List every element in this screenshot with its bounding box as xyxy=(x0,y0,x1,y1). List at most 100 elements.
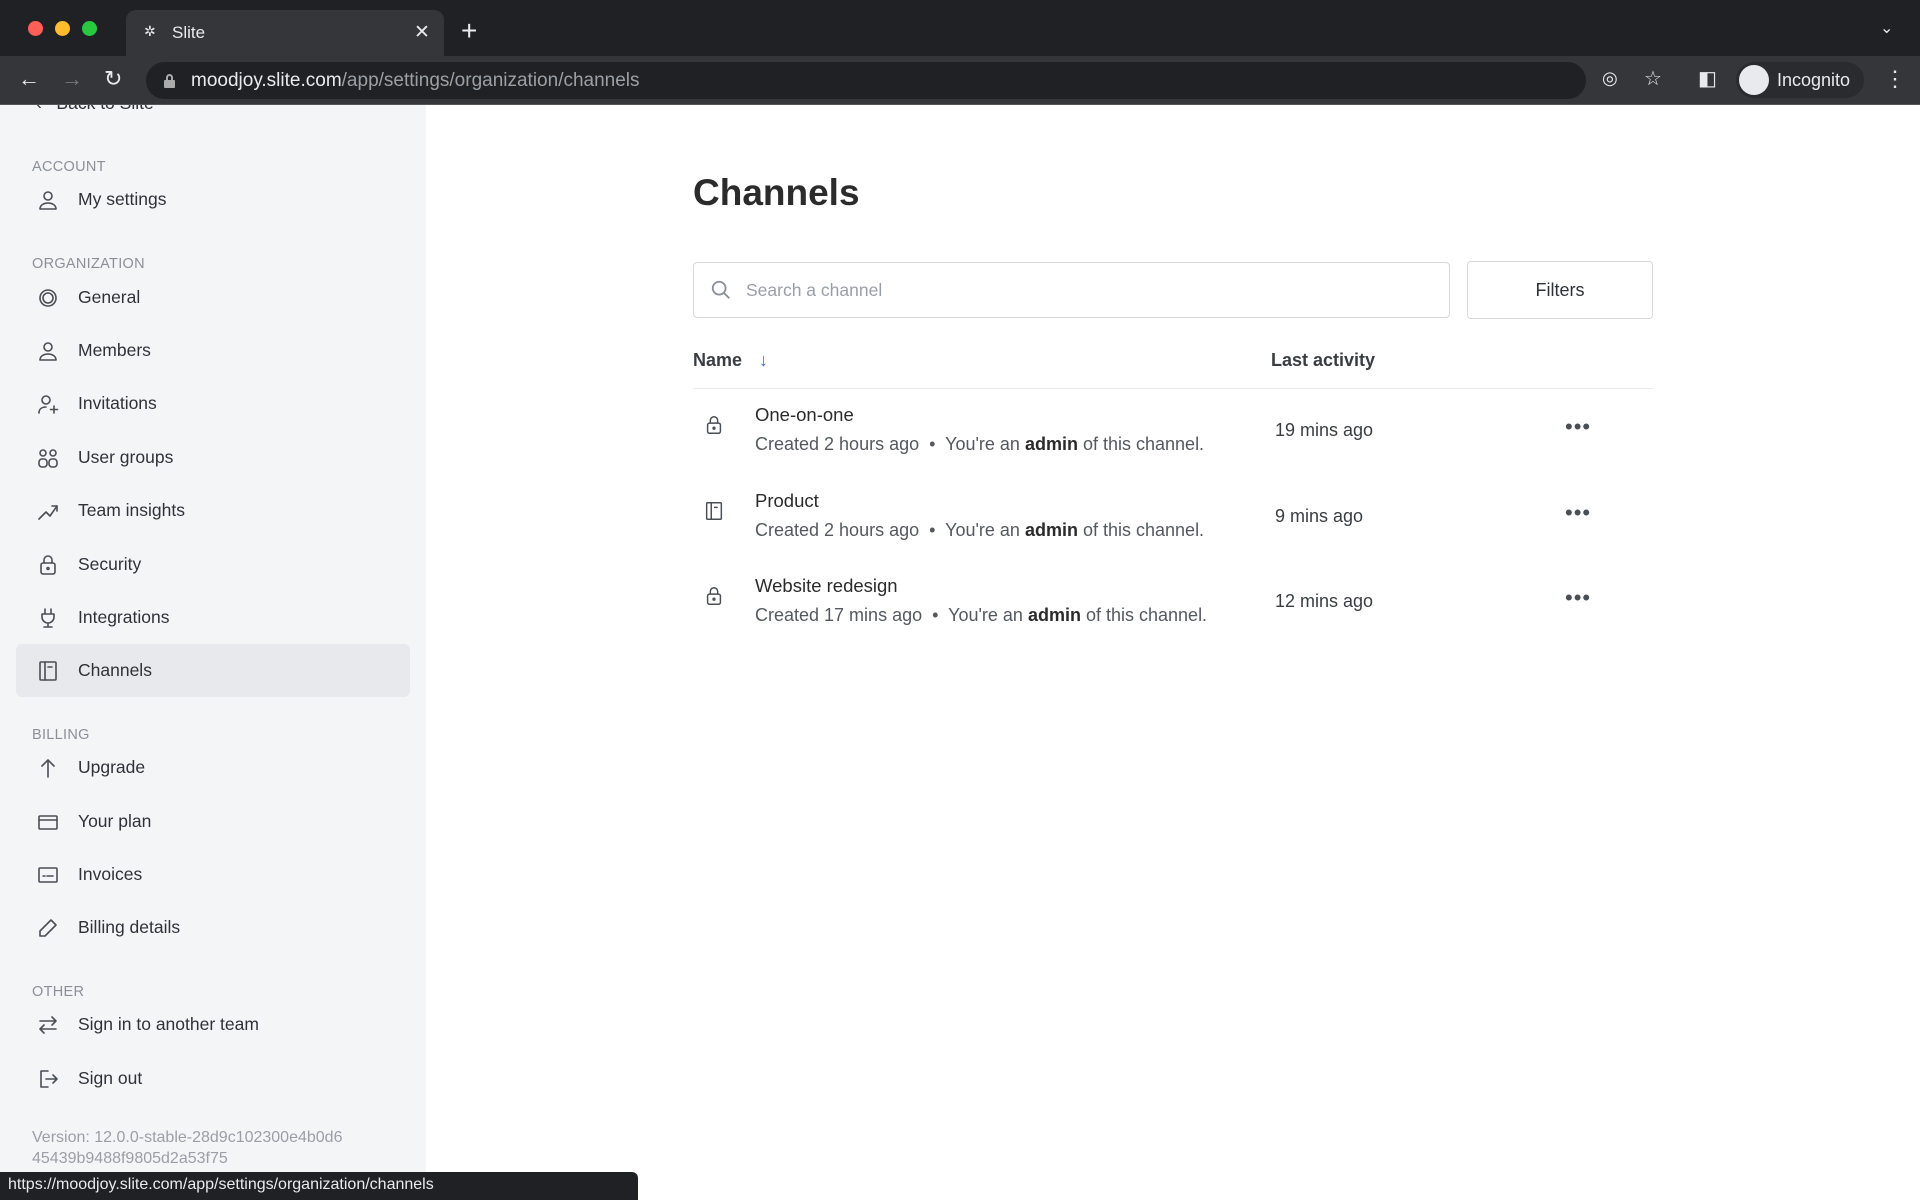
forward-icon[interactable]: → xyxy=(61,66,83,92)
sidebar-item-user-groups[interactable]: User groups xyxy=(16,431,410,484)
sort-descending-icon[interactable]: ↓ xyxy=(759,350,768,370)
user-icon xyxy=(39,341,57,361)
sidebar-item-label: My settings xyxy=(78,189,167,209)
menu-kebab-icon[interactable]: ⋮ xyxy=(1884,66,1906,92)
side-panel-icon[interactable]: ◧ xyxy=(1698,66,1717,91)
sidebar-item-label: Security xyxy=(78,554,142,574)
channel-meta: Created 2 hours ago • You're an admin of… xyxy=(755,434,1205,454)
minimize-window-button[interactable] xyxy=(55,21,70,36)
channel-row[interactable]: Website redesign Created 17 mins ago • Y… xyxy=(693,575,1653,655)
search-channel-field[interactable] xyxy=(693,262,1450,318)
lock-icon xyxy=(40,554,56,575)
sidebar-item-channels[interactable]: Channels xyxy=(16,644,410,697)
invoice-icon xyxy=(38,866,58,883)
more-options-icon[interactable]: ••• xyxy=(1565,500,1591,526)
browser-tab[interactable]: ✲ Slite ✕ xyxy=(126,10,444,56)
sidebar-item-label: Channels xyxy=(78,660,152,680)
lock-icon xyxy=(164,73,175,88)
switch-icon xyxy=(39,1015,57,1034)
column-header-name[interactable]: Name ↓ xyxy=(693,350,768,371)
user-plus-icon xyxy=(38,394,59,414)
trend-icon xyxy=(38,504,58,520)
reload-icon[interactable]: ↻ xyxy=(104,66,122,92)
version-line: 45439b9488f9805d2a53f75 xyxy=(32,1150,228,1167)
sidebar-item-label: Invoices xyxy=(78,864,143,884)
created-text: Created 2 hours ago xyxy=(755,434,920,454)
sidebar-section-label: ORGANIZATION xyxy=(32,256,145,272)
sidebar-item-sign-out[interactable]: Sign out xyxy=(16,1052,410,1105)
sidebar-item-members[interactable]: Members xyxy=(16,324,410,377)
page-title: Channels xyxy=(693,172,860,213)
browser-toolbar: ← → ↻ moodjoy.slite.com/app/settings/org… xyxy=(0,56,1920,105)
sidebar-item-integrations[interactable]: Integrations xyxy=(16,591,410,644)
maximize-window-button[interactable] xyxy=(82,21,97,36)
sidebar-item-label: Team insights xyxy=(78,500,185,520)
user-groups-icon xyxy=(38,448,58,468)
channel-name[interactable]: One-on-one xyxy=(755,404,854,426)
back-to-slite-link[interactable]: ‹ Back to Slite xyxy=(36,105,154,114)
gear-icon xyxy=(39,288,57,307)
sidebar-item-my-settings[interactable]: My settings xyxy=(16,173,410,226)
sidebar-item-general[interactable]: General xyxy=(16,271,410,324)
back-icon[interactable]: ← xyxy=(18,66,40,92)
more-options-icon[interactable]: ••• xyxy=(1565,585,1591,611)
sidebar-item-label: Integrations xyxy=(78,607,170,627)
role-suffix: of this channel. xyxy=(1082,434,1205,454)
channel-row[interactable]: Product Created 2 hours ago • You're an … xyxy=(693,490,1653,570)
role-prefix: You're an xyxy=(945,434,1020,454)
sidebar-item-sign-in-to-another-team[interactable]: Sign in to another team xyxy=(16,998,410,1051)
search-input[interactable] xyxy=(746,279,1426,301)
url-host: moodjoy.slite.com xyxy=(191,69,342,91)
sidebar-item-billing-details[interactable]: Billing details xyxy=(16,901,410,954)
tab-title: Slite xyxy=(172,23,206,42)
last-activity: 12 mins ago xyxy=(1275,591,1374,611)
user-icon xyxy=(39,190,57,210)
filters-button[interactable]: Filters xyxy=(1467,261,1653,319)
profile-label: Incognito xyxy=(1777,70,1851,90)
status-bar-url: https://moodjoy.slite.com/app/settings/o… xyxy=(0,1172,638,1200)
sidebar-item-label: Sign in to another team xyxy=(78,1014,259,1034)
sidebar-item-invoices[interactable]: Invoices xyxy=(16,848,410,901)
new-tab-icon[interactable]: + xyxy=(461,15,477,47)
channel-icon xyxy=(705,501,723,520)
sidebar-item-security[interactable]: Security xyxy=(16,538,410,591)
channel-name[interactable]: Website redesign xyxy=(755,575,898,597)
close-window-button[interactable] xyxy=(28,21,43,36)
lock-icon xyxy=(706,416,722,434)
star-icon[interactable]: ☆ xyxy=(1644,66,1662,91)
role-text: admin xyxy=(1024,434,1078,454)
eye-off-icon[interactable]: ◎ xyxy=(1602,68,1618,89)
sidebar-item-label: General xyxy=(78,287,141,307)
role-suffix: of this channel. xyxy=(1085,605,1208,625)
search-icon xyxy=(711,280,730,299)
created-text: Created 17 mins ago xyxy=(755,605,923,625)
channel-name[interactable]: Product xyxy=(755,490,819,512)
role-suffix: of this channel. xyxy=(1082,519,1205,540)
more-options-icon[interactable]: ••• xyxy=(1565,414,1591,440)
close-tab-icon[interactable]: ✕ xyxy=(414,21,430,44)
channel-meta: Created 2 hours ago • You're an admin of… xyxy=(755,519,1205,540)
sidebar-item-team-insights[interactable]: Team insights xyxy=(16,484,410,537)
column-header-last-activity[interactable]: Last activity xyxy=(1271,350,1375,371)
version-line: Version: 12.0.0-stable-28d9c102300e4b0d6 xyxy=(32,1129,343,1146)
settings-sidebar: ‹ Back to Slite ACCOUNTMy settingsORGANI… xyxy=(0,105,426,1200)
sidebar-item-label: User groups xyxy=(78,447,174,467)
sidebar-item-your-plan[interactable]: Your plan xyxy=(16,795,410,848)
incognito-profile-button[interactable]: Incognito xyxy=(1736,62,1864,98)
sidebar-item-invitations[interactable]: Invitations xyxy=(16,377,410,430)
last-activity: 9 mins ago xyxy=(1275,505,1364,526)
tab-list-chevron-icon[interactable]: ⌄ xyxy=(1880,18,1893,38)
sidebar-item-label: Invitations xyxy=(78,393,157,413)
incognito-icon xyxy=(1739,65,1769,95)
channel-row[interactable]: One-on-one Created 2 hours ago • You're … xyxy=(693,404,1653,484)
lock-icon xyxy=(706,587,722,605)
role-prefix: You're an xyxy=(948,605,1023,625)
pencil-icon xyxy=(39,918,57,937)
role-text: admin xyxy=(1027,605,1081,625)
address-bar[interactable]: moodjoy.slite.com/app/settings/organizat… xyxy=(146,62,1586,99)
sign-out-icon xyxy=(40,1069,58,1088)
sidebar-item-upgrade[interactable]: Upgrade xyxy=(16,741,410,794)
version-text: Version: 12.0.0-stable-28d9c102300e4b0d6… xyxy=(32,1127,412,1169)
channel-meta: Created 17 mins ago • You're an admin of… xyxy=(755,605,1208,625)
sidebar-item-label: Upgrade xyxy=(78,757,146,777)
